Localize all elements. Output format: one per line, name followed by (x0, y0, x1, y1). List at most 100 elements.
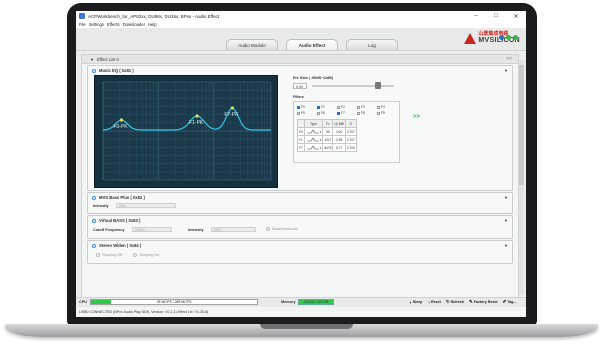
tag-icon: ✐ (502, 299, 507, 304)
vertical-scrollbar[interactable] (519, 60, 524, 295)
effect-list-bar[interactable]: ▼ Effect List 0 >> (82, 55, 518, 64)
music-eq-title[interactable]: Music EQ ( 0x81 ) (92, 68, 134, 73)
laptop-notch (260, 324, 353, 329)
table-row: F0 ▾ 95 3.00 0.707 (297, 127, 357, 136)
maximize-button[interactable]: □ (486, 13, 506, 19)
eq-filter-point[interactable] (230, 106, 235, 110)
sleep-button[interactable]: ◖ Sleep (409, 299, 422, 305)
q-input[interactable]: 3.00 (332, 127, 346, 136)
eq-response-graph[interactable]: F0-PK F1-PK F7-PK (94, 75, 278, 188)
reset-icon: ◔ (427, 299, 431, 305)
factory-reset-button[interactable]: ✎ Factory Reset (469, 299, 498, 305)
filter-checkbox-label: F8 (361, 111, 365, 115)
effect-list-title: Effect List 0 (96, 56, 119, 62)
filter-checkbox-f6[interactable]: F6 (317, 111, 325, 115)
pregain-label: Pre Gain ( -96dB~12dB) (293, 76, 334, 80)
filter-checkbox-label: F4 (381, 105, 385, 109)
fc-input[interactable]: 8476 (322, 143, 334, 152)
wrench-icon: ✎ (469, 299, 473, 304)
filter-type-select[interactable]: ▾ (303, 127, 324, 136)
filter-checkbox-f5[interactable]: F5 (297, 111, 305, 115)
q-input[interactable]: 5.77 (332, 143, 346, 152)
logo-mark-icon (464, 32, 477, 44)
expand-more-icon[interactable]: >> (506, 56, 512, 62)
menu-help[interactable]: Help (148, 22, 157, 27)
eq-filter-point[interactable] (195, 114, 199, 118)
virtual-bass-title[interactable]: Virtual BASS ( 0x83 ) (92, 218, 140, 223)
chevron-down-icon[interactable]: ▼ (504, 195, 508, 200)
filters-label: Filters (293, 95, 304, 99)
tab-audio-module[interactable]: Audio Module (226, 39, 278, 50)
collapse-caret-icon[interactable]: ▼ (90, 57, 94, 62)
tab-audio-effect[interactable]: Audio Effect (286, 39, 338, 50)
power-icon[interactable] (92, 218, 96, 223)
stereo-widen-title[interactable]: Stereo Widen ( 0x84 ) (92, 243, 141, 248)
filter-checkbox-f8[interactable]: F8 (357, 111, 365, 115)
col-header-fc: Fc (322, 119, 334, 128)
filter-checkbox-f3[interactable]: F3 (357, 105, 365, 109)
info-icon[interactable] (499, 35, 504, 40)
filter-checkbox-f2[interactable]: F2 (337, 105, 345, 109)
window-title: ACPWorkbench_for_AP82xx, DU58x, DU26x, B… (88, 13, 220, 19)
filter-type-select[interactable]: ▾ (303, 135, 324, 144)
filter-type-select[interactable]: ▾ (303, 143, 324, 152)
power-icon[interactable] (92, 68, 96, 73)
g-input[interactable]: 0.700 (344, 143, 357, 152)
q-input[interactable]: 2.98 (332, 135, 346, 144)
filter-checkbox-label: F7 (341, 111, 345, 115)
intensity-label: Intensity (188, 228, 204, 232)
fc-input[interactable]: 1017 (322, 135, 334, 144)
tab-log[interactable]: Log (346, 39, 398, 50)
shaping-on-label: Shaping On (139, 253, 160, 257)
stereo-widen-title-text: Stereo Widen ( 0x84 ) (99, 243, 142, 248)
pregain-input[interactable]: 0.00 (293, 83, 307, 89)
g-input[interactable]: 0.707 (344, 135, 357, 144)
filter-checkbox-f0[interactable]: F0 (297, 105, 305, 109)
pregain-slider-track[interactable] (312, 85, 394, 87)
cpu-meter: 35 MCPS / 288 MCPS (90, 299, 258, 305)
bass-enhanced-label: BassEnhanced (272, 227, 298, 231)
add-icon[interactable] (506, 35, 511, 40)
filter-checkbox-f1[interactable]: F1 (317, 105, 325, 109)
mvs-bass-plus-title[interactable]: MVS Bass Plus ( 0x82 ) (92, 195, 145, 200)
shaping-on-radio[interactable]: Shaping On (133, 253, 159, 257)
pregain-slider-thumb[interactable] (374, 82, 381, 89)
refresh-button[interactable]: ↻ Refresh (446, 299, 464, 305)
filter-checkbox-label: F0 (301, 105, 305, 109)
run-icon[interactable] (513, 35, 518, 40)
expand-arrows-icon[interactable]: >> (413, 114, 420, 120)
menu-downloader[interactable]: Downloader (123, 22, 145, 27)
cpu-meter-text: 35 MCPS / 288 MCPS (156, 300, 192, 304)
filter-checkbox-f7[interactable]: F7 (337, 111, 345, 115)
fc-input[interactable]: 95 (322, 127, 334, 136)
title-bar: ACPWorkbench_for_AP82xx, DU58x, DU26x, B… (76, 11, 526, 21)
sleep-label: Sleep (412, 300, 423, 304)
chevron-down-icon[interactable]: ▼ (504, 68, 508, 73)
minimize-button[interactable]: – (466, 13, 486, 19)
menu-file[interactable]: File (79, 22, 86, 27)
cutoff-frequency-field[interactable]: 100Hz (132, 227, 172, 232)
intensity-field[interactable]: 50% (211, 227, 256, 232)
filter-checkbox-f9[interactable]: F9 (377, 111, 385, 115)
reset-button[interactable]: ◔ Reset (427, 299, 441, 305)
chevron-down-icon[interactable]: ▼ (504, 243, 508, 248)
filter-checkbox-f4[interactable]: F4 (377, 105, 385, 109)
power-icon[interactable] (92, 243, 96, 248)
power-icon[interactable] (92, 195, 96, 200)
bass-enhanced-checkbox[interactable]: BassEnhanced (266, 227, 298, 231)
tag-button[interactable]: ✐ Tag... (503, 299, 517, 305)
eq-filter-point[interactable] (119, 118, 124, 122)
tab-bar: Audio Module Audio Effect Log (226, 39, 406, 50)
music-eq-title-text: Music EQ ( 0x81 ) (99, 68, 134, 73)
menu-effects[interactable]: Effects (107, 22, 120, 27)
close-button[interactable]: ✕ (506, 13, 526, 20)
scrollbar-thumb[interactable] (519, 65, 524, 185)
filter-checkbox-label: F1 (321, 105, 325, 109)
shaping-off-radio[interactable]: Shaping Off (96, 253, 122, 257)
stereo-widen-section: Stereo Widen ( 0x84 ) ▼ Shaping Off Shap… (87, 240, 513, 264)
intensity-field[interactable]: 50% (116, 203, 176, 208)
menu-settings[interactable]: Settings (89, 22, 104, 27)
g-input[interactable]: 0.707 (344, 127, 357, 136)
chevron-down-icon[interactable]: ▼ (504, 218, 508, 223)
col-header-id (297, 119, 305, 128)
